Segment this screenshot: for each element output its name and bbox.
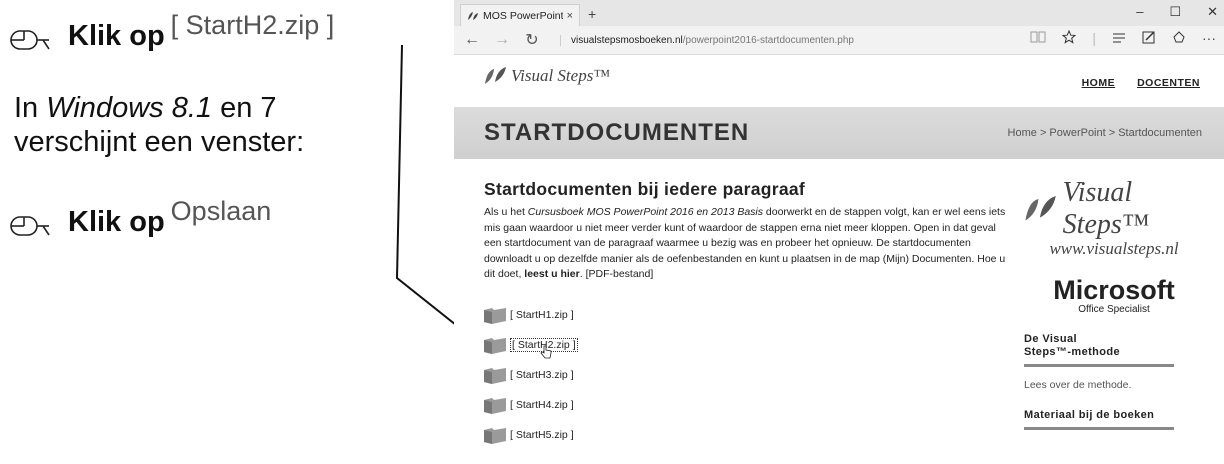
sidebar: Visual Steps™ www.visualsteps.nl Microso… xyxy=(1024,177,1204,430)
favorite-star-icon[interactable] xyxy=(1062,30,1077,44)
file-link-starth1[interactable]: [ StartH1.zip ] xyxy=(482,305,574,325)
method-link[interactable]: Lees over de methode. xyxy=(1024,379,1204,391)
web-note-icon[interactable] xyxy=(1142,30,1156,44)
materials-heading: Materiaal bij de boeken xyxy=(1024,409,1155,421)
brand-url[interactable]: www.visualsteps.nl xyxy=(1024,239,1204,259)
file-link-starth4[interactable]: [ StartH4.zip ] xyxy=(482,395,574,415)
tab-title: MOS PowerPoint Startdc xyxy=(483,9,563,22)
intro-book-title: Cursusboek MOS PowerPoint 2016 en 2013 B… xyxy=(527,206,763,218)
toolbar-separator: | xyxy=(1092,30,1096,46)
file-name: [ StartH3.zip ] xyxy=(510,369,574,381)
section-title: Startdocumenten bij iedere paragraaf xyxy=(484,179,806,199)
close-window-button[interactable]: ✕ xyxy=(1207,4,1218,20)
intro-part-3: . [PDF-bestand] xyxy=(579,268,654,280)
method-heading: De Visual Steps™-methode xyxy=(1024,333,1204,359)
minimize-button[interactable]: – xyxy=(1136,4,1143,20)
intro-part-1: Als u het xyxy=(484,206,528,218)
title-bar: MOS PowerPoint Startdc × + – ☐ ✕ xyxy=(454,0,1224,26)
file-name: [ StartH4.zip ] xyxy=(510,399,574,411)
visual-steps-brand[interactable]: Visual Steps™ xyxy=(1024,177,1204,241)
intro-text: Als u het Cursusboek MOS PowerPoint 2016… xyxy=(484,205,1009,283)
browser-window: MOS PowerPoint Startdc × + – ☐ ✕ ← → ↻ v… xyxy=(454,0,1224,464)
heading-underline xyxy=(1024,364,1174,367)
hand-cursor-icon xyxy=(540,345,552,359)
zip-folder-icon xyxy=(484,308,506,324)
method-heading-line-2: Steps™-methode xyxy=(1024,346,1121,358)
footprints-logo-icon xyxy=(1025,195,1056,221)
url-path: /powerpoint2016-startdocumenten.php xyxy=(682,34,854,46)
page-banner: STARTDOCUMENTEN Home > PowerPoint > Star… xyxy=(454,107,1224,159)
leest-u-hier-link[interactable]: leest u hier xyxy=(524,268,579,280)
tab-close-icon[interactable]: × xyxy=(567,10,573,22)
zip-folder-icon xyxy=(484,428,506,444)
logo-text: Visual Steps™ xyxy=(511,66,610,85)
zip-folder-icon xyxy=(484,338,506,354)
navigation-bar: ← → ↻ visualstepsmosboeken.nl/powerpoint… xyxy=(454,26,1224,55)
browser-tab[interactable]: MOS PowerPoint Startdc × xyxy=(460,4,580,26)
site-logo[interactable]: Visual Steps™ xyxy=(484,66,610,86)
refresh-button[interactable]: ↻ xyxy=(520,30,544,50)
reading-view-icon[interactable] xyxy=(1030,30,1046,44)
office-specialist-text: Office Specialist xyxy=(1078,304,1150,315)
footprints-logo-icon xyxy=(485,67,506,84)
file-link-starth3[interactable]: [ StartH3.zip ] xyxy=(482,365,574,385)
hub-icon[interactable] xyxy=(1112,30,1126,44)
site-header: Visual Steps™ HOME DOCENTEN xyxy=(454,55,1224,107)
share-icon[interactable] xyxy=(1172,30,1186,44)
file-link-starth5[interactable]: [ StartH5.zip ] xyxy=(482,425,574,445)
page-title: STARTDOCUMENTEN xyxy=(484,119,750,146)
microsoft-logo-text: Microsoft xyxy=(1053,275,1175,305)
method-heading-line-1: De Visual xyxy=(1024,333,1077,345)
file-name: [ StartH1.zip ] xyxy=(510,309,574,321)
nav-home-link[interactable]: HOME xyxy=(1082,77,1116,89)
brand-text: Visual Steps™ xyxy=(1062,177,1150,240)
maximize-button[interactable]: ☐ xyxy=(1169,4,1181,20)
heading-underline xyxy=(1024,427,1174,430)
breadcrumb[interactable]: Home > PowerPoint > Startdocumenten xyxy=(1008,127,1202,139)
url-domain: visualstepsmosboeken.nl xyxy=(571,34,683,46)
zip-folder-icon xyxy=(484,368,506,384)
forward-button[interactable]: → xyxy=(490,31,514,49)
zip-folder-icon xyxy=(484,398,506,414)
new-tab-button[interactable]: + xyxy=(588,6,596,22)
file-name: [ StartH5.zip ] xyxy=(510,429,574,441)
file-link-starth2[interactable]: [ StartH2.zip ] xyxy=(482,335,578,359)
back-button[interactable]: ← xyxy=(460,31,484,49)
nav-docenten-link[interactable]: DOCENTEN xyxy=(1137,77,1200,89)
more-icon[interactable]: ··· xyxy=(1202,30,1216,46)
visual-steps-favicon-icon xyxy=(468,11,478,20)
address-bar[interactable]: visualstepsmosboeken.nl/powerpoint2016-s… xyxy=(560,34,854,46)
